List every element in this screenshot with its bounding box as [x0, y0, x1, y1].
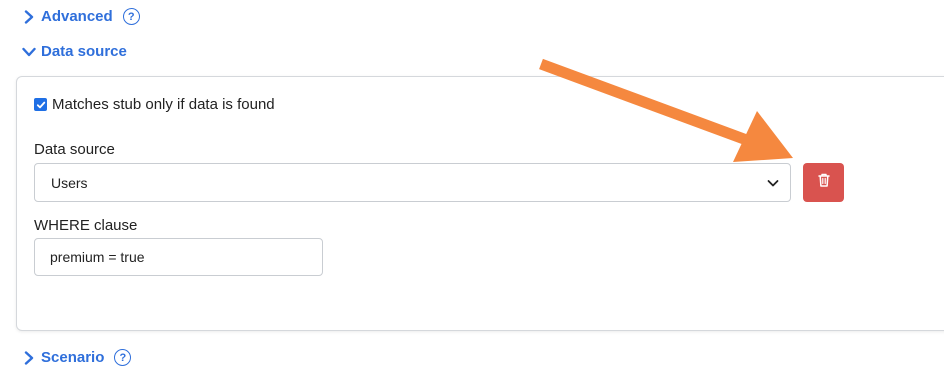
data-source-selected-value: Users — [51, 174, 88, 191]
chevron-right-icon — [22, 350, 36, 365]
matches-stub-label: Matches stub only if data is found — [52, 96, 275, 113]
data-source-panel: Matches stub only if data is found Data … — [16, 76, 944, 331]
data-source-label: Data source — [34, 141, 115, 158]
section-scenario[interactable]: Scenario ? — [22, 349, 132, 366]
where-clause-label: WHERE clause — [34, 217, 138, 234]
trash-icon — [817, 172, 831, 193]
section-advanced-label: Advanced — [41, 8, 113, 25]
where-clause-value: premium = true — [50, 249, 145, 265]
data-source-select[interactable]: Users — [34, 163, 791, 202]
section-scenario-label: Scenario — [41, 349, 105, 366]
matches-stub-checkbox[interactable] — [34, 98, 47, 111]
chevron-down-icon — [766, 176, 780, 193]
section-advanced[interactable]: Advanced ? — [22, 8, 140, 25]
chevron-right-icon — [22, 9, 36, 24]
matches-stub-checkbox-row[interactable]: Matches stub only if data is found — [34, 96, 275, 113]
where-clause-input[interactable]: premium = true — [34, 238, 323, 276]
section-data-source[interactable]: Data source — [22, 43, 127, 60]
help-icon[interactable]: ? — [122, 8, 140, 25]
chevron-down-icon — [22, 45, 36, 59]
delete-data-source-button[interactable] — [803, 163, 844, 202]
help-icon[interactable]: ? — [114, 349, 132, 366]
section-data-source-label: Data source — [41, 43, 127, 60]
